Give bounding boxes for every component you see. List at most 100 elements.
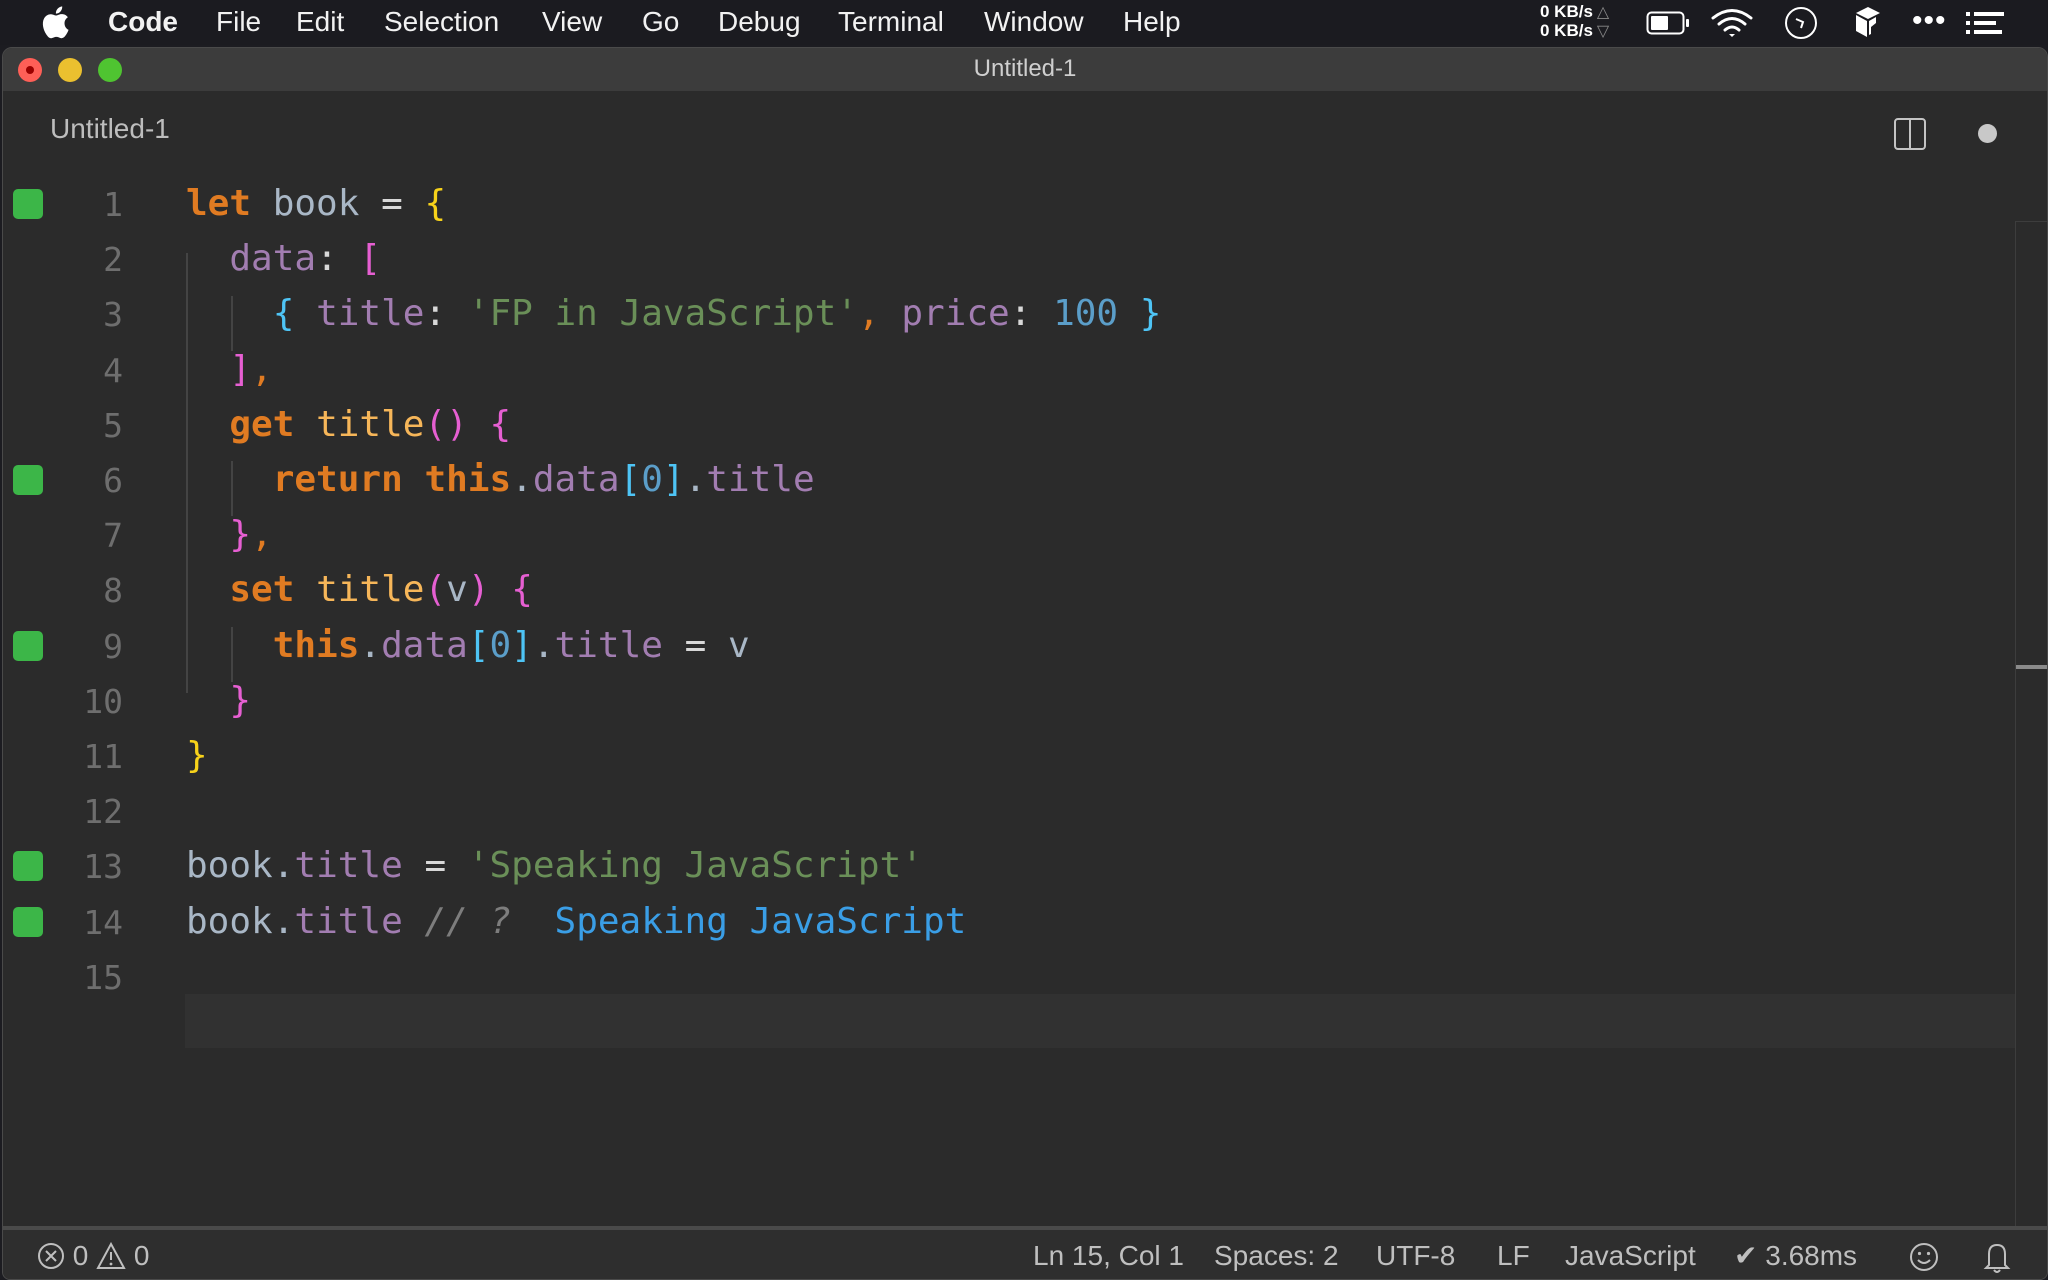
line-number: 3 [103, 295, 123, 335]
code-line[interactable]: 11} [3, 729, 2013, 784]
wifi-icon[interactable] [1710, 8, 1754, 38]
code-token: data [229, 238, 317, 280]
line-number: 5 [103, 405, 123, 445]
menu-debug[interactable]: Debug [718, 5, 801, 39]
network-monitor[interactable]: 0 KB/s △ 0 KB/s ▽ [1540, 3, 1609, 41]
error-count: 0 [72, 1240, 89, 1271]
menu-help[interactable]: Help [1123, 5, 1181, 39]
language-mode[interactable]: JavaScript [1565, 1239, 1696, 1273]
code-token: = [662, 624, 728, 666]
code-text: } [186, 735, 208, 777]
menu-selection[interactable]: Selection [384, 5, 499, 39]
line-number: 6 [103, 461, 123, 500]
more-icon[interactable]: ••• [1912, 4, 1947, 38]
code-line[interactable]: 15 [3, 950, 2013, 1005]
code-token: , [857, 293, 880, 335]
net-upload-rate: 0 KB/s [1540, 2, 1593, 21]
code-line[interactable]: 6 return this.data[0].title [3, 453, 2013, 508]
coverage-marker-icon [13, 906, 43, 937]
code-token: 'FP in JavaScript' [467, 293, 858, 335]
code-token: . [532, 624, 555, 666]
quokka-timing[interactable]: ✔ 3.68ms [1734, 1239, 1857, 1273]
cursor-position[interactable]: Ln 15, Col 1 [1033, 1239, 1184, 1273]
indentation-setting[interactable]: Spaces: 2 [1214, 1239, 1339, 1273]
coverage-marker-icon [13, 630, 43, 661]
menu-app-code[interactable]: Code [108, 5, 178, 39]
line-number: 10 [83, 681, 123, 721]
battery-icon[interactable] [1646, 11, 1690, 35]
list-icon[interactable] [1966, 11, 2004, 35]
code-line[interactable]: 3 { title: 'FP in JavaScript', price: 10… [3, 287, 2013, 342]
code-token: 0 [641, 459, 663, 500]
code-line[interactable]: 10 } [3, 674, 2013, 729]
menu-view[interactable]: View [542, 5, 602, 39]
code-token: this [424, 459, 512, 500]
code-text: } [186, 680, 251, 722]
code-token: data [532, 459, 620, 500]
line-number: 15 [83, 957, 123, 997]
code-editor[interactable]: 1 let book = {2 data: [3 { title: 'FP in … [3, 171, 2047, 1226]
code-token: 100 [1053, 293, 1119, 335]
menu-go[interactable]: Go [642, 5, 679, 39]
menu-edit[interactable]: Edit [296, 5, 344, 39]
error-icon [38, 1243, 64, 1269]
code-text: { title: 'FP in JavaScript', price: 100 … [186, 293, 1162, 335]
menu-file[interactable]: File [216, 5, 261, 39]
code-token: , [251, 514, 273, 556]
problems-indicator[interactable]: 0 0 [37, 1239, 150, 1273]
line-number: 9 [103, 626, 123, 666]
code-line[interactable]: 2 data: [ [3, 232, 2013, 287]
code-token: book [186, 900, 273, 942]
tab-untitled-1[interactable]: Untitled-1 [50, 113, 170, 145]
code-token: set [229, 569, 295, 611]
feedback-smiley-icon[interactable] [1909, 1241, 1939, 1273]
code-token: title [316, 403, 425, 445]
code-text: book.title // ? Speaking JavaScript [186, 901, 966, 943]
macos-menu-bar: Code File Edit Selection View Go Debug T… [0, 0, 2048, 45]
end-of-line-setting[interactable]: LF [1497, 1239, 1530, 1273]
notifications-bell-icon[interactable] [1983, 1240, 2011, 1274]
code-line[interactable]: 1 let book = { [3, 177, 2013, 232]
code-token: [ [359, 238, 382, 280]
unsaved-changes-dot-icon[interactable] [1978, 124, 1997, 143]
code-line[interactable]: 7 }, [3, 508, 2013, 563]
code-token: ] [511, 624, 533, 666]
code-text: data: [ [186, 238, 381, 280]
box-icon[interactable] [1854, 5, 1882, 39]
code-token: ) [467, 569, 490, 611]
code-token: title [294, 845, 403, 887]
code-token: title [316, 569, 425, 611]
clock-icon[interactable] [1784, 6, 1818, 40]
line-number: 2 [103, 240, 123, 280]
menu-window[interactable]: Window [984, 5, 1084, 39]
code-token: title [706, 459, 815, 500]
code-token: get [229, 403, 295, 445]
code-line[interactable]: 8 set title(v) { [3, 563, 2013, 618]
vscode-window: Untitled-1 Untitled-1 1 let book = {2 dat… [2, 47, 2048, 1280]
code-line[interactable]: 12 [3, 784, 2013, 839]
encoding-setting[interactable]: UTF-8 [1376, 1239, 1455, 1273]
code-token: [ [467, 624, 490, 666]
overview-ruler-cursor [2016, 665, 2047, 669]
code-line[interactable]: 4 ], [3, 343, 2013, 398]
code-line[interactable]: 9 this.data[0].title = v [3, 619, 2013, 674]
code-line[interactable]: 13 book.title = 'Speaking JavaScript' [3, 839, 2013, 894]
code-token: } [229, 679, 252, 721]
code-token: . [272, 900, 295, 942]
line-number: 12 [83, 792, 123, 832]
menu-terminal[interactable]: Terminal [838, 5, 944, 39]
coverage-marker-icon [13, 851, 43, 882]
apple-logo-icon[interactable] [40, 5, 70, 39]
code-line[interactable]: 5 get title() { [3, 398, 2013, 453]
split-editor-icon[interactable] [1894, 118, 1926, 150]
code-line[interactable]: 14 book.title // ? Speaking JavaScript [3, 895, 2013, 950]
overview-ruler[interactable] [2015, 221, 2047, 1226]
code-token: { [424, 183, 447, 224]
